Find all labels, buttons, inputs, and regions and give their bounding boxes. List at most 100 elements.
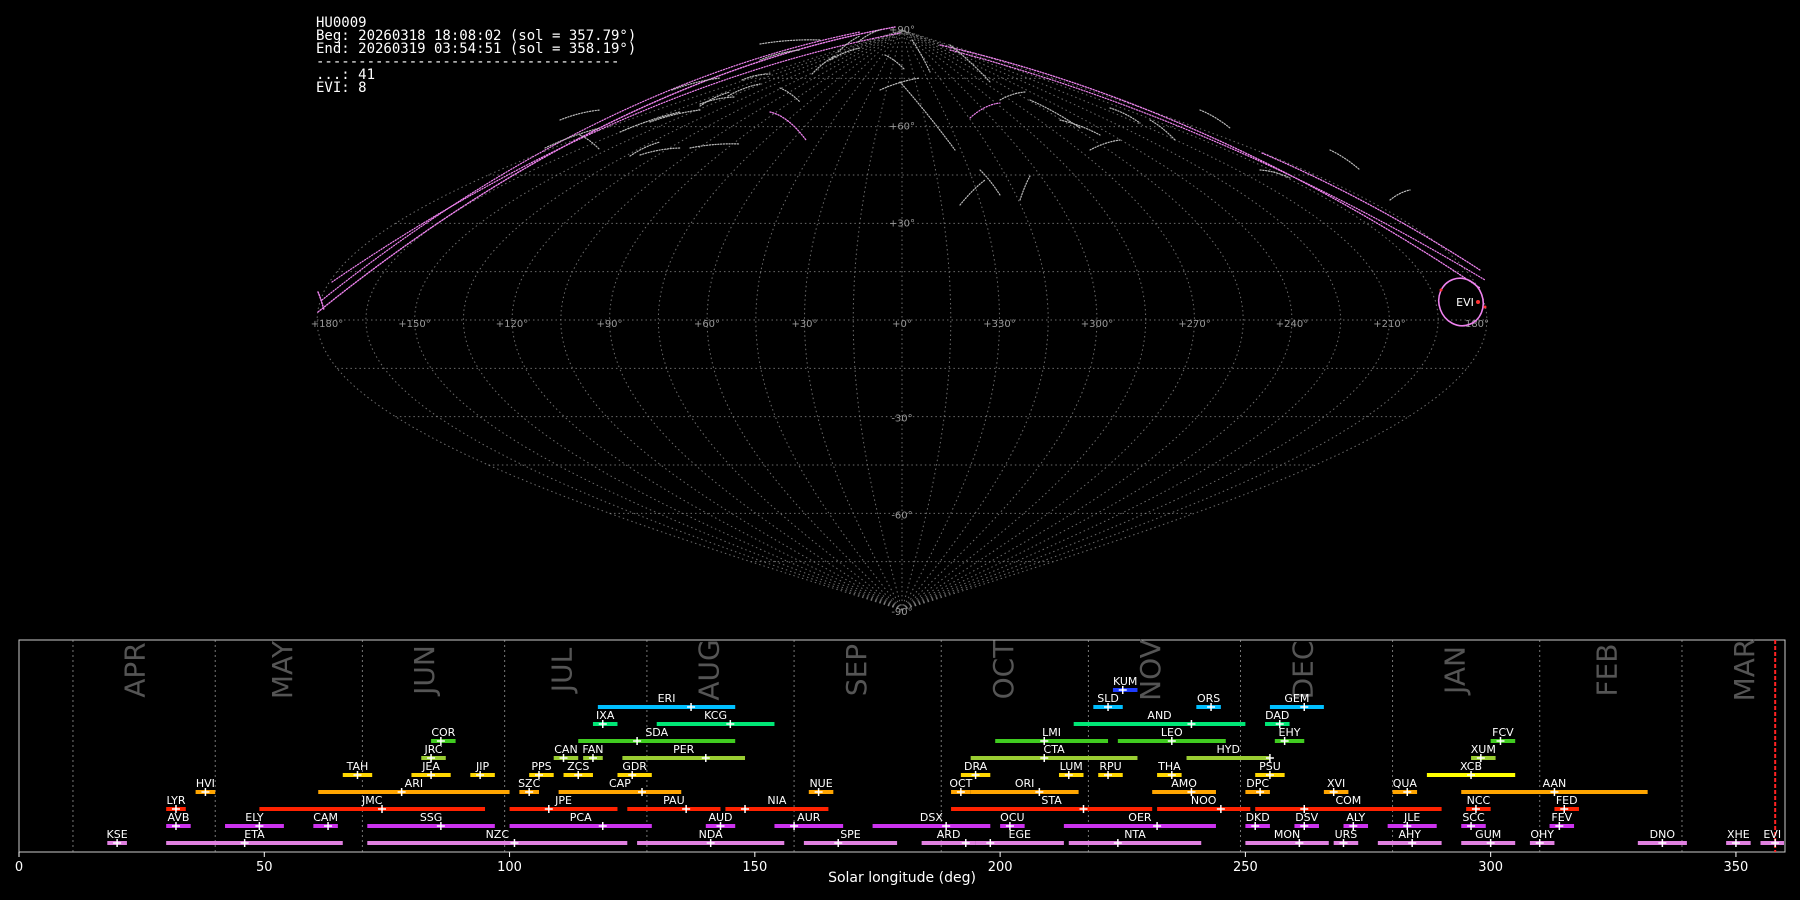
shower-label-dsx: DSX [920,811,943,824]
shower-label-lmi: LMI [1042,726,1061,739]
shower-label-ard: ARD [937,828,961,841]
longitude-tick-label: +60° [694,319,720,330]
sporadic-track [1089,139,1121,151]
longitude-tick-label: +180° [311,319,343,330]
x-tick-label: 350 [1724,860,1749,875]
shower-label-cor: COR [431,726,455,739]
shower-label-kse: KSE [107,828,128,841]
longitude-tick-label: +120° [496,319,528,330]
sporadic-track [759,39,821,45]
shower-track [939,44,1481,289]
shower-bar-kcg [656,722,775,726]
sporadic-track [1389,189,1411,201]
shower-label-oct: OCT [949,777,972,790]
shower-label-ahy: AHY [1398,828,1421,841]
shower-bar-jmc [259,807,486,811]
shower-label-dpc: DPC [1246,777,1269,790]
longitude-tick-label: +300° [1081,319,1113,330]
longitude-tick-label: +0° [892,319,912,330]
x-tick-label: 0 [15,860,23,875]
shower-label-ixa: IXA [596,709,615,722]
shower-track [769,111,807,141]
month-label: MAR [1728,639,1761,702]
shower-label-jmc: JMC [361,794,383,807]
shower-label-cam: CAM [313,811,338,824]
sporadic-track [1019,175,1031,201]
shower-label-aur: AUR [797,811,821,824]
shower-label-jpe: JPE [554,794,572,807]
shower-label-tah: TAH [346,760,369,773]
shower-count: EVI: 8 [316,80,367,96]
month-label: MAY [266,640,299,699]
month-label: JUN [408,645,441,697]
latitude-tick-label: -30° [891,414,912,425]
shower-label-gem: GEM [1284,692,1309,705]
month-label: AUG [693,639,726,700]
shower-label-dno: DNO [1650,828,1676,841]
x-axis-label: Solar longitude (deg) [828,870,976,886]
shower-label-ely: ELY [245,811,264,824]
shower-bar-ssg [367,824,495,828]
shower-label-rpu: RPU [1099,760,1121,773]
shower-label-mon: MON [1274,828,1300,841]
shower-label-ors: ORS [1197,692,1220,705]
shower-label-urs: URS [1335,828,1358,841]
shower-bar-nta [1068,841,1202,845]
shower-label-ehy: EHY [1279,726,1301,739]
longitude-tick-label: +270° [1178,319,1210,330]
sporadic-track [999,91,1026,101]
radiant-marker [1439,288,1443,292]
month-label: SEP [840,644,873,696]
month-label: APR [119,642,152,698]
shower-label-eta: ETA [244,828,265,841]
shower-label-xcb: XCB [1460,760,1482,773]
shower-track [317,291,325,311]
x-tick-label: 250 [1233,860,1258,875]
shower-bar-pau [627,807,721,811]
shower-label-jea: JEA [421,760,440,773]
shower-label-fed: FED [1556,794,1578,807]
sporadic-track [811,55,836,75]
sporadic-track [629,141,661,157]
shower-label-aan: AAN [1543,777,1567,790]
shower-label-fan: FAN [582,743,603,756]
month-label: OCT [987,640,1020,700]
shower-label-jip: JIP [475,760,489,773]
shower-label-xum: XUM [1471,743,1496,756]
shower-label-lum: LUM [1060,760,1083,773]
shower-label-ori: ORI [1015,777,1035,790]
shower-bar-ari [318,790,510,794]
info-box: HU0009 Beg: 20260318 18:08:02 (sol = 357.… [316,16,636,96]
month-label: NOV [1134,639,1167,701]
shower-label-fev: FEV [1551,811,1572,824]
shower-label-ege: EGE [1009,828,1031,841]
sporadic-track [949,44,991,83]
radiant-marker [1483,305,1487,309]
shower-label-sld: SLD [1097,692,1119,705]
month-label: JAN [1438,646,1471,696]
shower-label-evi: EVI [1763,828,1781,841]
shower-label-amo: AMO [1171,777,1197,790]
shower-label-dkd: DKD [1246,811,1270,824]
shower-label-oer: OER [1128,811,1152,824]
shower-label-ncc: NCC [1467,794,1491,807]
longitude-tick-label: +30° [791,319,817,330]
shower-label-dad: DAD [1265,709,1289,722]
shower-label-ari: ARI [405,777,423,790]
x-tick-label: 150 [742,860,767,875]
shower-label-zcs: ZCS [567,760,589,773]
shower-label-pau: PAU [663,794,685,807]
sporadic-track [1329,149,1361,171]
shower-label-xhe: XHE [1727,828,1750,841]
shower-bar-mon [1245,841,1329,845]
shower-label-hvi: HVI [196,777,215,790]
shower-label-xvi: XVI [1327,777,1345,790]
longitude-tick-label: +330° [983,319,1015,330]
shower-label-aud: AUD [708,811,732,824]
shower-label-com: COM [1335,794,1361,807]
shower-label-jle: JLE [1403,811,1420,824]
shower-label-leo: LEO [1161,726,1183,739]
sporadic-track [1109,107,1141,124]
sporadic-track [884,54,906,71]
sky-map: +180° +150° +120° +90° +60° +30° +0° +330° +300°… [311,25,1489,618]
